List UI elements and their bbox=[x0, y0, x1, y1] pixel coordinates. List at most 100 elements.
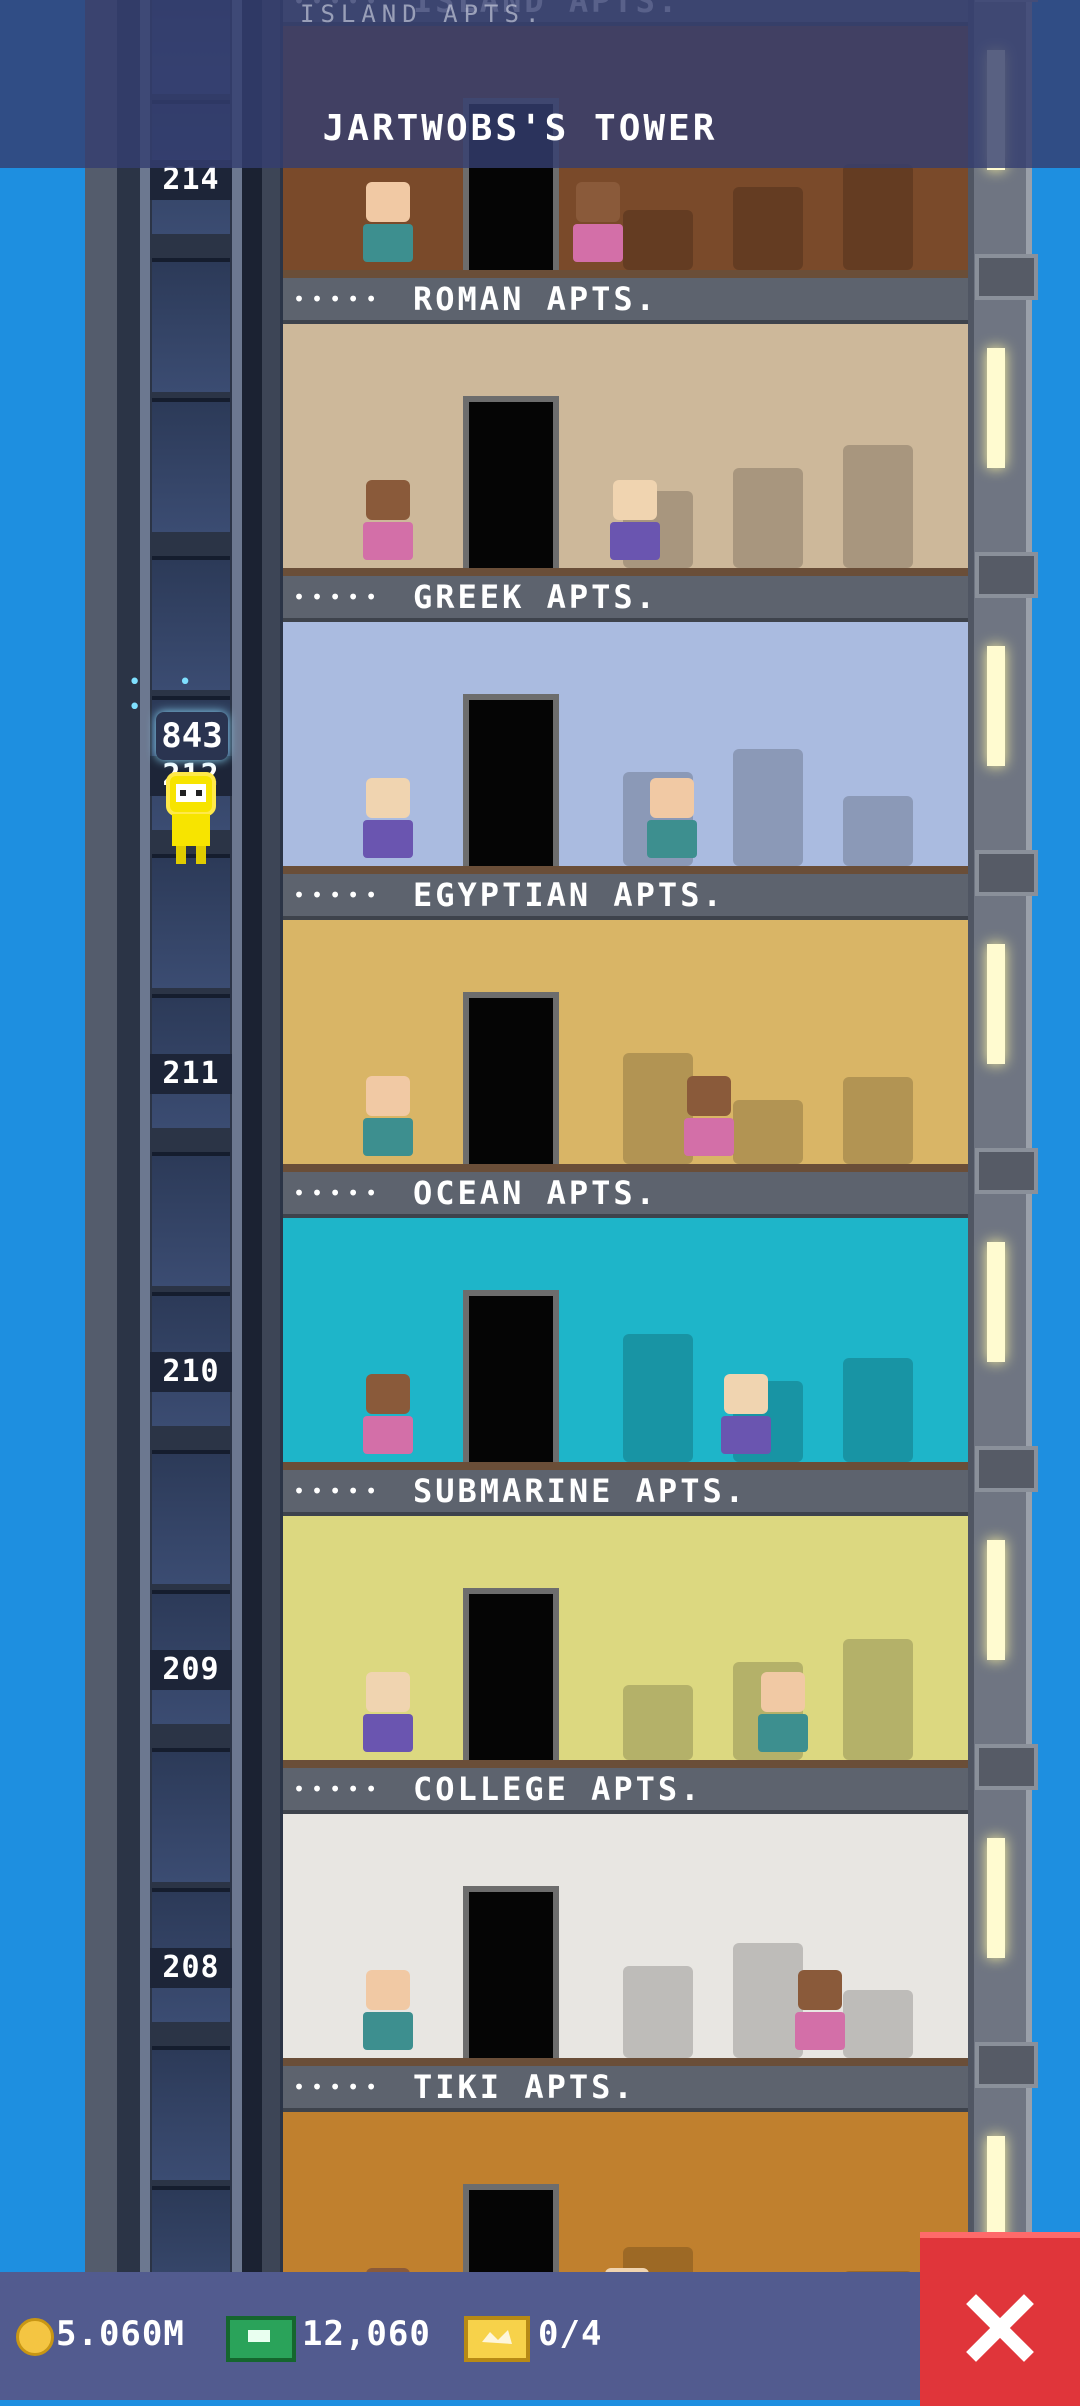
tickets-amount: 0/4 bbox=[538, 2314, 603, 2354]
pillar-bracket bbox=[975, 254, 1038, 300]
elevator-floor-display: 843 bbox=[156, 712, 228, 760]
apartment-room[interactable] bbox=[283, 1218, 968, 1462]
close-button[interactable] bbox=[920, 2232, 1080, 2406]
elevator-operator-icon bbox=[160, 770, 222, 866]
top-header-bar: ISLAND APTS. JARTWOBS'S TOWER bbox=[0, 0, 1080, 168]
resident[interactable] bbox=[363, 778, 413, 858]
apartment-door bbox=[463, 992, 559, 1164]
apartment-room[interactable] bbox=[283, 324, 968, 568]
resident[interactable] bbox=[647, 778, 697, 858]
floor-211[interactable]: ••••• OCEAN APTS. bbox=[283, 1172, 968, 1470]
coins-amount: 5.060M bbox=[56, 2314, 185, 2354]
floor-rating-stars: ••••• bbox=[293, 585, 384, 609]
pillar-bracket bbox=[975, 1148, 1038, 1194]
floor-divider bbox=[283, 1462, 968, 1470]
floor-name: OCEAN APTS. bbox=[413, 1174, 658, 1212]
floor-label-bar: ••••• GREEK APTS. bbox=[283, 576, 968, 622]
bux-icon bbox=[226, 2316, 296, 2362]
resident[interactable] bbox=[363, 480, 413, 560]
floor-label-bar: ••••• OCEAN APTS. bbox=[283, 1172, 968, 1218]
apartment-room[interactable] bbox=[283, 1814, 968, 2058]
resident[interactable] bbox=[363, 182, 413, 262]
apartment-door bbox=[463, 1588, 559, 1760]
room-decoration bbox=[733, 1100, 803, 1164]
resident[interactable] bbox=[363, 1672, 413, 1752]
floor-name: COLLEGE APTS. bbox=[413, 1770, 703, 1808]
resident[interactable] bbox=[363, 1076, 413, 1156]
floor-name: GREEK APTS. bbox=[413, 578, 658, 616]
tower-window-light bbox=[987, 646, 1005, 766]
tower-window-light bbox=[987, 1838, 1005, 1958]
floor-number-label: 210 bbox=[150, 1352, 232, 1392]
tower-window-light bbox=[987, 1242, 1005, 1362]
pillar-bracket bbox=[975, 552, 1038, 598]
resident[interactable] bbox=[684, 1076, 734, 1156]
elevator-shaft-segment bbox=[152, 2046, 230, 2180]
floor-label-bar: ••••• ROMAN APTS. bbox=[283, 278, 968, 324]
room-decoration bbox=[843, 1077, 913, 1164]
room-decoration bbox=[843, 1639, 913, 1760]
elevator-car[interactable]: • • • 843 bbox=[128, 670, 232, 870]
floor-above-label: ISLAND APTS. bbox=[300, 0, 546, 28]
room-decoration bbox=[623, 1053, 693, 1164]
floor-213[interactable]: ••••• GREEK APTS. bbox=[283, 576, 968, 874]
floor-209[interactable]: ••••• COLLEGE APTS. bbox=[283, 1768, 968, 2066]
floor-rating-stars: ••••• bbox=[293, 1181, 384, 1205]
apartment-room[interactable] bbox=[283, 1516, 968, 1760]
floor-divider bbox=[283, 866, 968, 874]
floor-label-bar: ••••• COLLEGE APTS. bbox=[283, 1768, 968, 1814]
floor-name: TIKI APTS. bbox=[413, 2068, 636, 2106]
shaft-gap bbox=[242, 0, 262, 2400]
elevator-shaft-segment bbox=[152, 1152, 230, 1286]
elevator-shaft-segment bbox=[152, 1748, 230, 1882]
room-decoration bbox=[623, 210, 693, 270]
elevator-indicator-dots: • • • bbox=[128, 670, 204, 720]
room-decoration bbox=[843, 1990, 913, 2058]
room-decoration bbox=[733, 468, 803, 568]
tower-left-wall bbox=[85, 0, 117, 2400]
resident[interactable] bbox=[721, 1374, 771, 1454]
resident[interactable] bbox=[363, 1374, 413, 1454]
apartment-room[interactable] bbox=[283, 920, 968, 1164]
room-decoration bbox=[843, 796, 913, 866]
floor-label-bar: ••••• TIKI APTS. bbox=[283, 2066, 968, 2112]
floor-number-label: 209 bbox=[150, 1650, 232, 1690]
floor-214[interactable]: ••••• ROMAN APTS. bbox=[283, 278, 968, 576]
floor-divider bbox=[283, 1164, 968, 1172]
room-decoration bbox=[623, 1334, 693, 1462]
resident[interactable] bbox=[795, 1970, 845, 2050]
floor-divider bbox=[283, 270, 968, 278]
resident[interactable] bbox=[573, 182, 623, 262]
floor-rating-stars: ••••• bbox=[293, 287, 384, 311]
floor-label-bar: ••••• SUBMARINE APTS. bbox=[283, 1470, 968, 1516]
resident[interactable] bbox=[363, 1970, 413, 2050]
floor-number-label: 208 bbox=[150, 1948, 232, 1988]
tower-window-light bbox=[987, 944, 1005, 1064]
apartment-door bbox=[463, 1886, 559, 2058]
room-decoration bbox=[843, 445, 913, 568]
resident[interactable] bbox=[758, 1672, 808, 1752]
ticket-icon bbox=[464, 2316, 530, 2362]
coin-icon bbox=[16, 2318, 54, 2356]
apartment-door bbox=[463, 396, 559, 568]
floor-rating-stars: ••••• bbox=[293, 1479, 384, 1503]
room-decoration bbox=[843, 164, 913, 270]
apartment-room[interactable] bbox=[283, 622, 968, 866]
floor-212[interactable]: ••••• EGYPTIAN APTS. bbox=[283, 874, 968, 1172]
room-decoration bbox=[623, 1685, 693, 1760]
tower-title: JARTWOBS'S TOWER bbox=[322, 108, 718, 149]
floor-name: SUBMARINE APTS. bbox=[413, 1472, 747, 1510]
elevator-shaft-segment bbox=[152, 854, 230, 988]
room-decoration bbox=[733, 187, 803, 270]
floor-divider bbox=[283, 1760, 968, 1768]
tower-window-light bbox=[987, 1540, 1005, 1660]
pillar-bracket bbox=[975, 850, 1038, 896]
resident[interactable] bbox=[610, 480, 660, 560]
bux-amount: 12,060 bbox=[302, 2314, 431, 2354]
pillar-bracket bbox=[975, 1446, 1038, 1492]
floor-name: EGYPTIAN APTS. bbox=[413, 876, 725, 914]
tower-window-light bbox=[987, 348, 1005, 468]
floor-rating-stars: ••••• bbox=[293, 2075, 384, 2099]
floor-210[interactable]: ••••• SUBMARINE APTS. bbox=[283, 1470, 968, 1768]
floor-rating-stars: ••••• bbox=[293, 1777, 384, 1801]
